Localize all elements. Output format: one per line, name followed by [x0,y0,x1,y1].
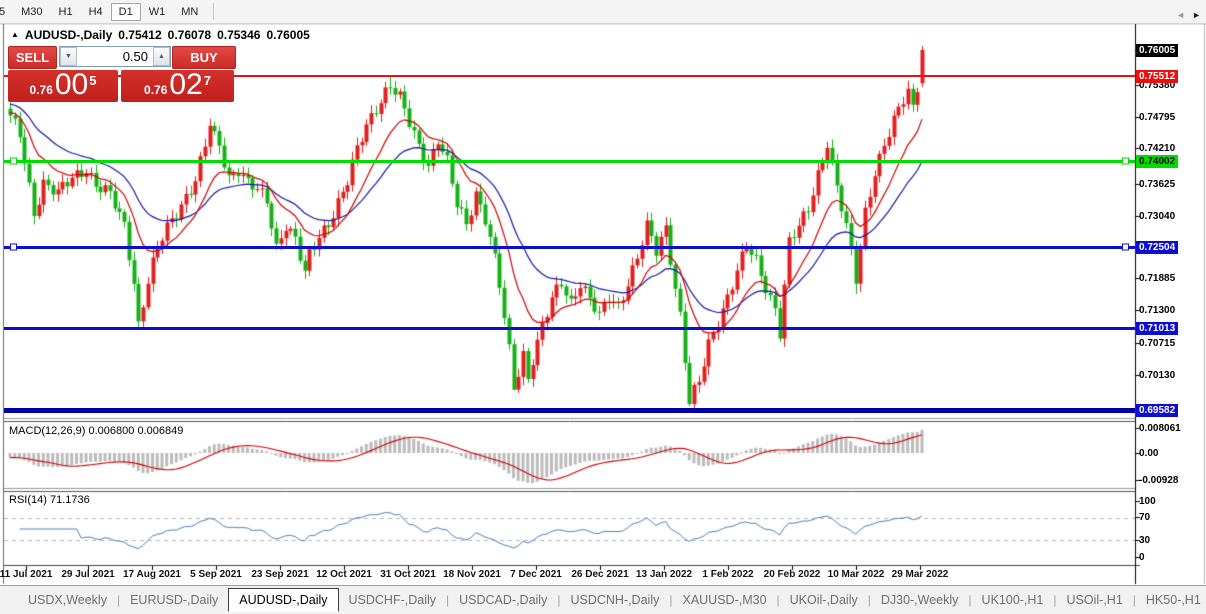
line-handle[interactable] [10,157,17,165]
price-axis-label-0.73040: 0.73040 [1139,211,1176,222]
date-label-31-Oct-2021: 31 Oct 2021 [380,569,436,580]
tab-HK50-H1[interactable]: HK50-,H1 [1136,589,1206,611]
line-handle[interactable] [1122,157,1129,165]
tab-EURUSD-Daily[interactable]: EURUSD-,Daily [120,589,228,611]
tab-AUDUSD-Daily[interactable]: AUDUSD-,Daily [228,588,339,612]
price-axis-label-0.74795: 0.74795 [1139,112,1176,123]
timeframe-button-MN[interactable]: MN [173,3,206,21]
volume-up-button[interactable]: ▲ [153,47,170,66]
price-axis-label-0.71013: 0.71013 [1136,322,1179,335]
tab-USDCAD-Daily[interactable]: USDCAD-,Daily [449,589,557,611]
rsi-value: 71.1736 [49,494,90,506]
timeframe-button-W1[interactable]: W1 [141,3,174,21]
date-label-18-Nov-2021: 18 Nov 2021 [443,569,501,580]
tab-UK100-H1[interactable]: UK100-,H1 [972,589,1054,611]
tab-scroll-left-icon[interactable]: ◄ [1176,10,1185,20]
price-axis-label-0.76005: 0.76005 [1136,44,1179,57]
date-label-13-Jan-2022: 13 Jan 2022 [635,569,693,580]
macd-axis-label-0.00: 0.00 [1139,448,1159,459]
tab-scroll-arrows: ◄ ► [1176,0,1201,29]
rsi-axis-label-0: 0 [1139,552,1145,563]
macd-name: MACD(12,26,9) [9,425,86,437]
date-label-10-Mar-2022: 10 Mar 2022 [827,569,885,580]
volume-control: ▼ ▲ [59,46,171,67]
buy-button[interactable]: BUY [172,46,236,69]
sell-price-main: 00 [54,68,89,101]
price-axis-label-0.73625: 0.73625 [1139,179,1176,190]
horizontal-line-0.69582[interactable] [4,407,1135,413]
rsi-axis-label-70: 70 [1139,512,1151,523]
ohlc-open: 0.75412 [118,28,162,42]
volume-input[interactable] [77,47,153,66]
rsi-axis-label-30: 30 [1139,535,1151,546]
tab-USDCHF-Daily[interactable]: USDCHF-,Daily [339,589,447,611]
tab-UKOil-Daily[interactable]: UKOil-,Daily [780,589,868,611]
buy-price-main: 02 [169,68,203,101]
date-label-29-Jul-2021: 29 Jul 2021 [61,569,115,580]
buy-price-sup: 7 [203,73,211,88]
sell-button[interactable]: SELL [8,46,57,69]
timeframe-button-M30[interactable]: M30 [13,3,50,21]
horizontal-line-0.74002[interactable] [4,157,1135,165]
price-axis-label-0.71885: 0.71885 [1139,273,1176,284]
price-axis-label-0.72504: 0.72504 [1136,241,1179,254]
tab-USDCNH-Daily[interactable]: USDCNH-,Daily [560,589,669,611]
date-label-23-Sep-2021: 23 Sep 2021 [251,569,309,580]
volume-down-button[interactable]: ▼ [60,47,77,66]
tab-USOil-H1[interactable]: USOil-,H1 [1057,589,1133,611]
line-handle[interactable] [10,243,17,251]
toolbar-separator [213,3,215,20]
sell-price-prefix: 0.76 [29,83,53,97]
sell-price-sup: 5 [89,73,97,88]
date-label-26-Dec-2021: 26 Dec 2021 [571,569,629,580]
date-label-12-Oct-2021: 12 Oct 2021 [316,569,372,580]
line-handle[interactable] [1122,243,1129,251]
ohlc-low: 0.75346 [217,28,261,42]
date-label-7-Dec-2021: 7 Dec 2021 [510,569,562,580]
ohlc-close: 0.76005 [266,28,310,42]
date-label-11-Jul-2021: 11 Jul 2021 [0,569,53,580]
timeframe-button-5[interactable]: 5 [0,3,13,21]
buy-price-prefix: 0.76 [144,83,168,97]
one-click-trading-panel: SELL ▼ ▲ BUY 0.76 00 5 0.76 02 7 [8,45,236,103]
mt4-window: 5 M30 H1 H4 D1 W1 MN ▲ AUDUSD-,Daily 0.75412 0… [0,0,1206,614]
date-label-5-Sep-2021: 5 Sep 2021 [190,569,242,580]
macd-indicator-label: MACD(12,26,9) 0.006800 0.006849 [9,425,183,437]
macd-value-signal: 0.006849 [137,425,184,437]
timeframe-button-H1[interactable]: H1 [51,3,81,21]
rsi-axis-label-100: 100 [1139,496,1156,507]
buy-price-display[interactable]: 0.76 02 7 [121,70,234,102]
tab-scroll-right-icon[interactable]: ► [1192,10,1201,20]
rsi-name: RSI(14) [9,494,47,506]
price-axis-label-0.74002: 0.74002 [1136,155,1179,168]
price-axis-label-0.74210: 0.74210 [1139,143,1176,154]
chart-tab-bar: USDX,Weekly | EURUSD-,Daily AUDUSD-,Daily US… [0,585,1206,614]
price-axis-label-0.75512: 0.75512 [1136,70,1179,83]
date-label-29-Mar-2022: 29 Mar 2022 [891,569,949,580]
symbol-collapse-icon[interactable]: ▲ [11,30,19,39]
price-axis-label-0.70715: 0.70715 [1139,338,1176,349]
macd-axis-label--0.00928: -0.00928 [1139,475,1179,486]
macd-value-main: 0.006800 [88,425,135,437]
date-label-20-Feb-2022: 20 Feb 2022 [763,569,821,580]
horizontal-line-0.71013[interactable] [4,326,1135,330]
timeframe-toolbar: 5 M30 H1 H4 D1 W1 MN [0,0,1206,24]
horizontal-line-0.72504[interactable] [4,243,1135,251]
chart-ohlc-title: ▲ AUDUSD-,Daily 0.75412 0.76078 0.75346 … [11,28,310,42]
date-label-1-Feb-2022: 1 Feb 2022 [702,569,754,580]
date-label-17-Aug-2021: 17 Aug 2021 [123,569,181,580]
timeframe-button-D1[interactable]: D1 [110,2,141,21]
price-axis-label-0.71300: 0.71300 [1139,305,1176,316]
symbol-name: AUDUSD-,Daily [24,28,113,42]
timeframe-button-H4[interactable]: H4 [81,3,111,21]
tab-USDX-Weekly[interactable]: USDX,Weekly [18,589,117,611]
ohlc-high: 0.76078 [167,28,212,42]
rsi-indicator-label: RSI(14) 71.1736 [9,494,90,506]
sell-price-display[interactable]: 0.76 00 5 [8,70,118,102]
price-axis-label-0.69582: 0.69582 [1136,404,1179,417]
price-axis-label-0.70130: 0.70130 [1139,370,1176,381]
tab-DJ30-Weekly[interactable]: DJ30-,Weekly [871,589,969,611]
tab-XAUUSD-M30[interactable]: XAUUSD-,M30 [672,589,776,611]
macd-axis-label-0.008061: 0.008061 [1139,423,1181,434]
